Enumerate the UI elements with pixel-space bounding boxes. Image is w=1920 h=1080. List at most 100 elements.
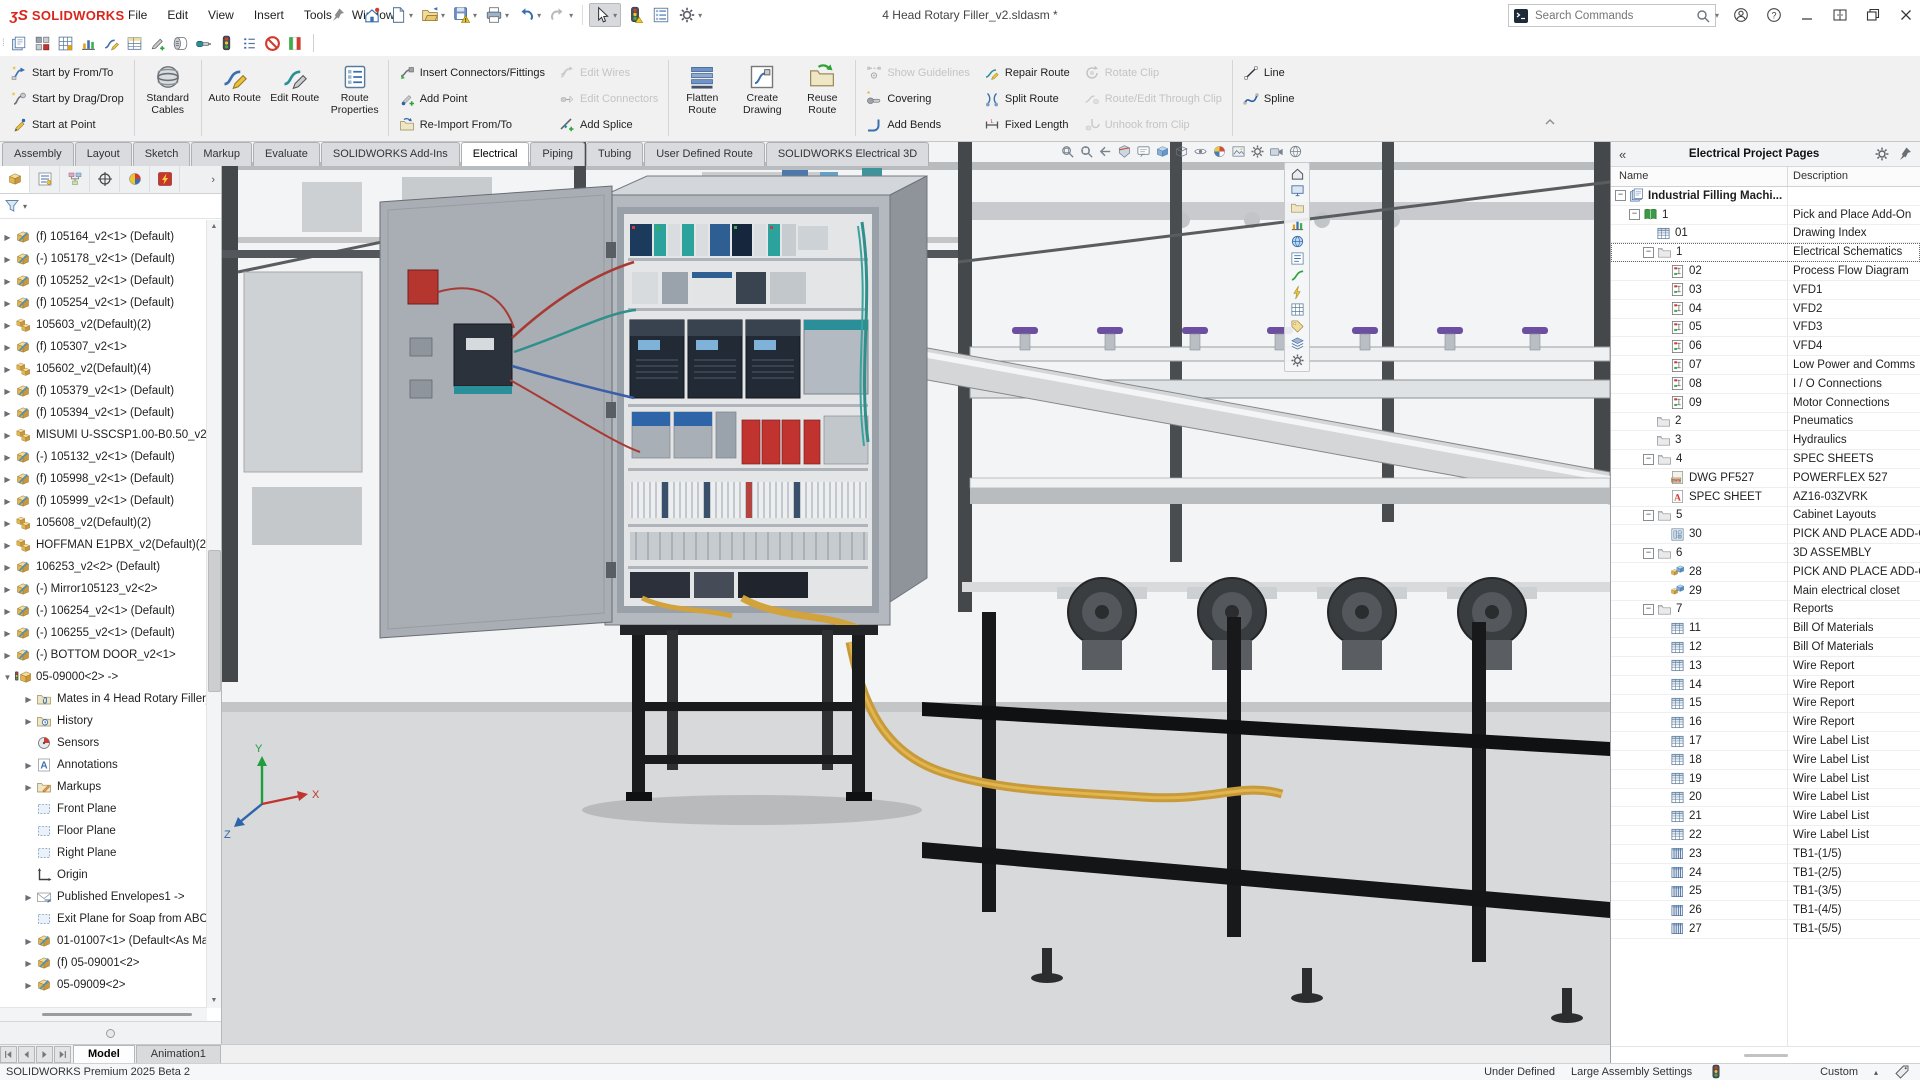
previous-view-icon[interactable] (1098, 144, 1113, 159)
nav-first-button[interactable] (0, 1046, 17, 1063)
project-page-row[interactable]: 2Pneumatics (1611, 413, 1920, 432)
project-page-row[interactable]: 01Drawing Index (1611, 225, 1920, 244)
spline-button[interactable]: Spline (1236, 86, 1302, 112)
tab-sketch[interactable]: Sketch (133, 142, 191, 166)
manager-tab-configuration-manager[interactable] (60, 166, 90, 192)
tree-item[interactable]: ▶(f) 05-09001<2> (0, 952, 207, 974)
tree-filter-row[interactable]: ▾ (0, 194, 221, 219)
project-page-row[interactable]: −4SPEC SHEETS (1611, 450, 1920, 469)
list-blue-icon[interactable] (241, 35, 258, 52)
collapse-box-icon[interactable]: − (1643, 548, 1654, 559)
project-page-row[interactable]: 18Wire Label List (1611, 751, 1920, 770)
collapse-box-icon[interactable]: − (1615, 190, 1626, 201)
tab-layout[interactable]: Layout (75, 142, 132, 166)
home-button[interactable] (360, 4, 384, 26)
project-page-row[interactable]: 22Wire Label List (1611, 826, 1920, 845)
menu-file[interactable]: File (118, 0, 157, 30)
project-page-row[interactable]: 02Process Flow Diagram (1611, 262, 1920, 281)
project-page-row[interactable]: 21Wire Label List (1611, 807, 1920, 826)
tab-electrical[interactable]: Electrical (461, 142, 530, 166)
project-page-row[interactable]: 3Hydraulics (1611, 431, 1920, 450)
tree-item[interactable]: ▶(f) 105998_v2<1> (Default) (0, 468, 207, 490)
expand-arrow-icon[interactable]: ▶ (0, 585, 15, 594)
expand-arrow-icon[interactable]: ▶ (21, 761, 36, 770)
tab-piping[interactable]: Piping (530, 142, 585, 166)
project-page-row[interactable]: 25TB1-(3/5) (1611, 882, 1920, 901)
expand-arrow-icon[interactable]: ▶ (21, 783, 36, 792)
rebuild-button[interactable] (623, 4, 647, 26)
project-page-row[interactable]: 19Wire Label List (1611, 770, 1920, 789)
project-page-row[interactable]: DWGDWG PF527POWERFLEX 527 (1611, 469, 1920, 488)
auto-route-button[interactable]: Auto Route (205, 60, 265, 105)
split-route-button[interactable]: Split Route (977, 86, 1077, 112)
scroll-up-icon[interactable]: ▲ (207, 220, 221, 234)
expand-arrow-icon[interactable]: ▶ (0, 321, 15, 330)
expand-arrow-icon[interactable]: ▶ (21, 893, 36, 902)
project-page-row[interactable]: 03VFD1 (1611, 281, 1920, 300)
camera-icon[interactable] (1269, 144, 1284, 159)
tree-item[interactable]: ▶Mates in 4 Head Rotary Filler_v2 (0, 688, 207, 710)
tree-vertical-scrollbar[interactable]: ▲ ▼ (206, 220, 221, 1008)
tree-item[interactable]: Front Plane (0, 798, 207, 820)
open-button[interactable]: ▾ (418, 4, 448, 26)
unhook-from-clip-button[interactable]: Unhook from Clip (1077, 112, 1229, 138)
tab-solidworks-add-ins[interactable]: SOLIDWORKS Add-Ins (321, 142, 460, 166)
tree-item[interactable]: ▶MISUMI U-SSCSP1.00-B0.50_v2(U-SSC (0, 424, 207, 446)
tree-item[interactable]: ▶(f) 105999_v2<1> (Default) (0, 490, 207, 512)
tree-item[interactable]: ▶(f) 105394_v2<1> (Default) (0, 402, 207, 424)
select-cursor-button[interactable]: ▾ (589, 3, 621, 27)
minimize-icon[interactable] (1799, 7, 1815, 23)
tab-solidworks-electrical-3d[interactable]: SOLIDWORKS Electrical 3D (766, 142, 929, 166)
viewport-3d-scene[interactable]: Y X Z (222, 142, 1610, 1044)
expand-arrow-icon[interactable]: ▶ (0, 497, 15, 506)
tree-item[interactable]: ▶105603_v2(Default)(2) (0, 314, 207, 336)
project-page-row[interactable]: 11Bill Of Materials (1611, 619, 1920, 638)
project-page-row[interactable]: 07Low Power and Comms (1611, 356, 1920, 375)
project-page-row[interactable]: −Industrial Filling Machi... (1611, 187, 1920, 206)
display-style-icon[interactable] (1174, 144, 1189, 159)
standard-cables-button[interactable]: Standard Cables (138, 60, 198, 116)
expand-arrow-icon[interactable]: ▶ (21, 937, 36, 946)
expand-arrow-icon[interactable]: ▶ (21, 695, 36, 704)
sheet-stack-icon[interactable] (11, 35, 28, 52)
start-by-drag-drop-button[interactable]: Start by Drag/Drop (4, 86, 131, 112)
project-page-row[interactable]: 24TB1-(2/5) (1611, 864, 1920, 883)
status-assembly-mode[interactable]: Large Assembly Settings (1571, 1066, 1692, 1078)
nav-next-button[interactable] (36, 1046, 53, 1063)
start-by-from-to-button[interactable]: Start by From/To (4, 60, 131, 86)
flag-icon[interactable] (287, 35, 304, 52)
restore-icon[interactable] (1865, 7, 1881, 23)
tree-item[interactable]: ▶01-01007<1> (Default<As Machi (0, 930, 207, 952)
grid-orange-icon[interactable] (57, 35, 74, 52)
tree-item[interactable]: ▶(f) 105307_v2<1> (0, 336, 207, 358)
project-page-row[interactable]: 26TB1-(4/5) (1611, 901, 1920, 920)
add-splice-button[interactable]: Add Splice (552, 112, 665, 138)
expand-arrow-icon[interactable]: ▶ (0, 629, 15, 638)
scroll-down-icon[interactable]: ▼ (207, 994, 221, 1008)
insert-connectors-fittings-button[interactable]: Insert Connectors/Fittings (392, 60, 552, 86)
tree-item[interactable]: Exit Plane for Soap from ABCO A (0, 908, 207, 930)
ribbon-collapse-icon[interactable] (1544, 118, 1556, 126)
list-side-icon[interactable] (1290, 251, 1305, 266)
collapse-box-icon[interactable]: − (1643, 247, 1654, 258)
project-page-row[interactable]: 29Main electrical closet (1611, 582, 1920, 601)
project-page-row[interactable]: 05VFD3 (1611, 319, 1920, 338)
filter-dropdown-icon[interactable]: ▾ (23, 202, 27, 211)
manager-tab-dimxpert-manager[interactable] (90, 166, 120, 192)
traffic-light-icon[interactable] (1708, 1064, 1724, 1080)
blocks-icon[interactable] (34, 35, 51, 52)
zoom-fit-icon[interactable] (1060, 144, 1075, 159)
print-button[interactable]: ▾ (482, 4, 512, 26)
tag-icon[interactable] (1290, 319, 1305, 334)
edit-appearance-icon[interactable] (1212, 144, 1227, 159)
tab-evaluate[interactable]: Evaluate (253, 142, 320, 166)
section-view-icon[interactable] (1117, 144, 1132, 159)
rotate-clip-button[interactable]: Rotate Clip (1077, 60, 1229, 86)
expand-arrow-icon[interactable]: ▶ (0, 519, 15, 528)
re-import-from-to-button[interactable]: Re-Import From/To (392, 112, 552, 138)
redo-button[interactable]: ▾ (546, 4, 576, 26)
chart-icon[interactable] (1290, 217, 1305, 232)
tree-item[interactable]: ▼05-09000<2> -> (0, 666, 207, 688)
table-yellow-icon[interactable] (126, 35, 143, 52)
wire-pencil-icon[interactable] (103, 35, 120, 52)
